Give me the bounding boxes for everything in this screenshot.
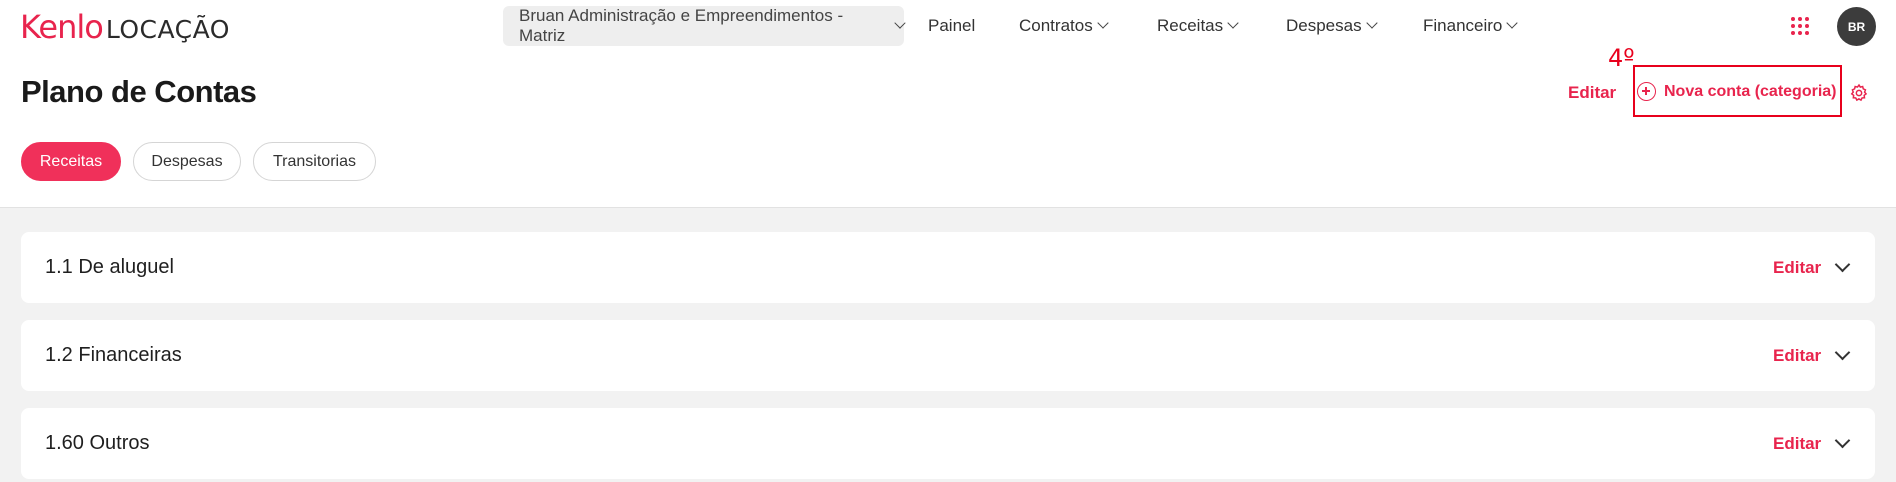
- chevron-down-icon: [1227, 17, 1239, 29]
- apps-grid-icon[interactable]: [1791, 17, 1809, 35]
- company-name: Bruan Administração e Empreendimentos - …: [519, 6, 844, 45]
- chevron-down-icon[interactable]: [1834, 256, 1851, 273]
- nav-financeiro[interactable]: Financeiro: [1423, 13, 1519, 39]
- kenlo-logo[interactable]: Kenlo LOCAÇÃO: [20, 8, 230, 46]
- accounts-list: 1.1 De aluguel Editar 1.2 Financeiras Ed…: [0, 207, 1896, 482]
- chevron-down-icon: [1506, 17, 1519, 29]
- gear-icon[interactable]: [1849, 83, 1869, 103]
- account-name: 1.60 Outros: [45, 432, 150, 454]
- nav-label: Despesas: [1286, 16, 1362, 35]
- tab-receitas[interactable]: Receitas: [21, 142, 121, 181]
- row-edit-button[interactable]: Editar: [1773, 434, 1821, 454]
- nav-receitas[interactable]: Receitas: [1157, 13, 1239, 39]
- page-title: Plano de Contas: [21, 74, 257, 109]
- row-edit-button[interactable]: Editar: [1773, 346, 1821, 366]
- logo-product: LOCAÇÃO: [105, 15, 230, 44]
- row-edit-button[interactable]: Editar: [1773, 258, 1821, 278]
- company-selector[interactable]: Bruan Administração e Empreendimentos - …: [503, 6, 906, 46]
- new-account-label: Nova conta (categoria): [1664, 82, 1837, 100]
- nav-label: Receitas: [1157, 16, 1224, 35]
- edit-button[interactable]: Editar: [1568, 83, 1616, 103]
- nav-painel[interactable]: Painel: [928, 13, 975, 39]
- chevron-down-icon: [1097, 17, 1109, 29]
- nav-contratos[interactable]: Contratos: [1019, 13, 1109, 39]
- tab-transitorias[interactable]: Transitorias: [253, 142, 376, 181]
- user-avatar[interactable]: BR: [1837, 7, 1876, 46]
- account-row[interactable]: 1.2 Financeiras Editar: [21, 320, 1875, 391]
- account-name: 1.2 Financeiras: [45, 344, 182, 366]
- nav-label: Financeiro: [1423, 16, 1503, 35]
- nav-label: Painel: [928, 16, 976, 35]
- chevron-down-icon[interactable]: [1834, 432, 1851, 449]
- nav-label: Contratos: [1019, 16, 1093, 35]
- chevron-down-icon: [1365, 17, 1378, 29]
- nav-despesas[interactable]: Despesas: [1286, 13, 1378, 39]
- new-account-button[interactable]: Nova conta (categoria): [1637, 82, 1836, 101]
- chevron-down-icon[interactable]: [1834, 344, 1851, 361]
- account-row[interactable]: 1.1 De aluguel Editar: [21, 232, 1875, 303]
- logo-brand: Kenlo: [20, 8, 104, 46]
- account-name: 1.1 De aluguel: [45, 256, 174, 278]
- plus-circle-icon: [1637, 82, 1656, 101]
- account-row[interactable]: 1.60 Outros Editar: [21, 408, 1875, 479]
- tab-despesas[interactable]: Despesas: [133, 142, 241, 181]
- step-annotation: 4º: [1608, 44, 1635, 72]
- chevron-down-icon: [894, 17, 906, 29]
